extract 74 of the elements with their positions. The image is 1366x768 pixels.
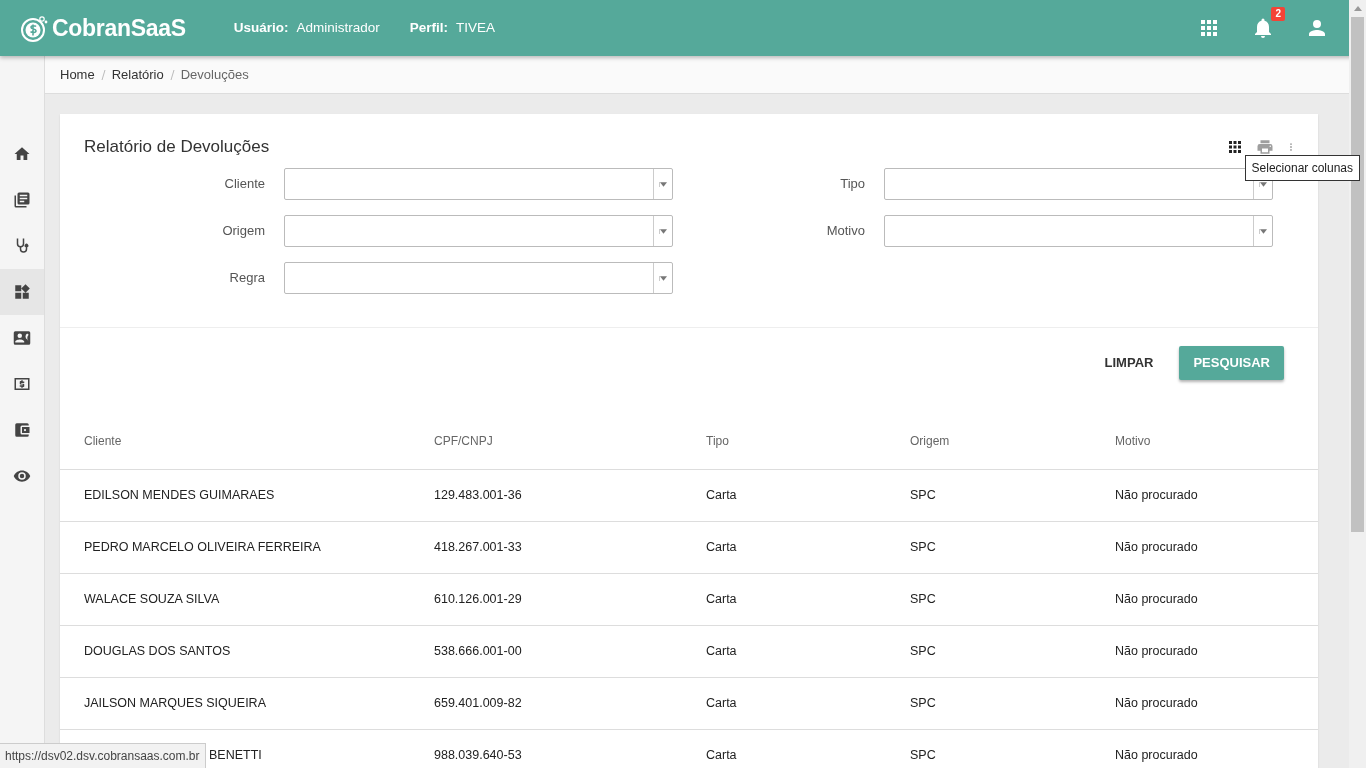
table-cell: Carta xyxy=(706,696,737,711)
table-cell: Carta xyxy=(706,540,737,555)
caret-icon xyxy=(659,275,667,281)
breadcrumb-current: Devoluções xyxy=(180,65,249,84)
table-cell: 988.039.640-53 xyxy=(434,748,522,763)
clear-button[interactable]: LIMPAR xyxy=(1094,347,1164,379)
user-label: Usuário: xyxy=(233,18,289,37)
filter-label: Cliente xyxy=(223,175,266,194)
caret-icon xyxy=(659,228,667,234)
select-field[interactable] xyxy=(284,262,673,294)
table-cell: SPC xyxy=(910,592,936,607)
column-header[interactable]: Motivo xyxy=(1115,433,1151,448)
table-cell: PEDRO MARCELO OLIVEIRA FERREIRA xyxy=(84,540,321,555)
filter-label: Tipo xyxy=(839,175,866,194)
filter-label: Origem xyxy=(221,222,266,241)
table-cell: Carta xyxy=(706,644,737,659)
contact-card-icon xyxy=(13,329,31,347)
caret-icon xyxy=(1259,228,1267,234)
table-cell: 538.666.001-00 xyxy=(434,644,522,659)
table-cell: DOUGLAS DOS SANTOS xyxy=(84,644,231,659)
breadcrumb-separator-icon xyxy=(169,69,175,80)
profile-label: Perfil: xyxy=(409,18,449,37)
table-cell: SPC xyxy=(910,644,936,659)
profile-name: TIVEA xyxy=(456,18,496,37)
user-name: Administrador xyxy=(296,18,380,37)
table-cell: SPC xyxy=(910,748,936,763)
coin-logo-icon xyxy=(20,13,48,43)
table-cell: Não procurado xyxy=(1115,696,1198,711)
table-cell: Carta xyxy=(706,488,737,503)
table-cell: SPC xyxy=(910,696,936,711)
table-cell: 610.126.001-29 xyxy=(434,592,522,607)
home-icon xyxy=(13,145,31,163)
widgets-icon xyxy=(13,283,31,301)
table-cell: SPC xyxy=(910,540,936,555)
table-cell: EDILSON MENDES GUIMARAES xyxy=(84,488,275,503)
brand-name: CobranSaaS xyxy=(52,13,186,43)
column-header[interactable]: Cliente xyxy=(84,433,122,448)
select-field[interactable] xyxy=(284,215,673,247)
tooltip: Selecionar colunas xyxy=(1244,155,1360,181)
link-status-url: https://dsv02.dsv.cobransaas.com.br xyxy=(0,743,206,768)
table-cell: Não procurado xyxy=(1115,592,1198,607)
sidebar-item[interactable] xyxy=(0,269,44,315)
table-cell: JAILSON MARQUES SIQUEIRA xyxy=(84,696,266,711)
breadcrumb-separator-icon xyxy=(100,69,106,80)
breadcrumb-link[interactable]: Home xyxy=(60,64,95,85)
column-grid-icon[interactable] xyxy=(1226,138,1244,156)
eye-icon xyxy=(13,467,31,485)
table-cell: BENETTI xyxy=(209,748,262,763)
filter-label: Regra xyxy=(228,269,266,288)
table-cell: 418.267.001-33 xyxy=(434,540,522,555)
book-stack-icon xyxy=(13,191,31,209)
card-title: Relatório de Devoluções xyxy=(84,136,270,159)
select-field[interactable] xyxy=(284,168,673,200)
table-cell: Não procurado xyxy=(1115,540,1198,555)
wallet-icon xyxy=(13,421,31,439)
table-cell: Carta xyxy=(706,748,737,763)
table-cell: 659.401.009-82 xyxy=(434,696,522,711)
table-cell: Não procurado xyxy=(1115,644,1198,659)
table-cell: 129.483.001-36 xyxy=(434,488,522,503)
select-field[interactable] xyxy=(884,215,1273,247)
breadcrumb-link[interactable]: Relatório xyxy=(111,64,164,85)
column-header[interactable]: CPF/CNPJ xyxy=(434,433,493,448)
column-header[interactable]: Tipo xyxy=(706,433,729,448)
table-cell: Não procurado xyxy=(1115,748,1198,763)
table-cell: Carta xyxy=(706,592,737,607)
table-cell: SPC xyxy=(910,488,936,503)
print-icon[interactable] xyxy=(1256,138,1274,156)
table-cell: Não procurado xyxy=(1115,488,1198,503)
column-header[interactable]: Origem xyxy=(910,433,950,448)
money-icon xyxy=(13,375,31,393)
notification-count: 2 xyxy=(1271,7,1285,21)
caret-icon xyxy=(659,181,667,187)
table-cell: WALACE SOUZA SILVA xyxy=(84,592,220,607)
filter-label: Motivo xyxy=(825,222,866,241)
